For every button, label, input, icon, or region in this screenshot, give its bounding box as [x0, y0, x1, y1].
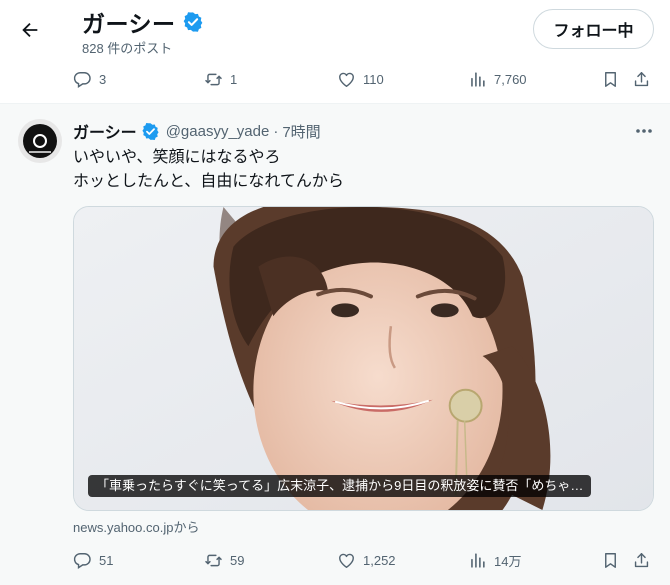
post-author-handle[interactable]: @gaasyy_yade — [166, 123, 270, 140]
avatar[interactable] — [18, 119, 62, 163]
post-text-line: いやいや、笑顔にはなるやろ — [73, 149, 281, 166]
views-chart-icon — [471, 71, 485, 87]
link-card[interactable]: 「車乗ったらすぐに笑ってる」広末涼子、逮捕から9日目の釈放姿に賛否「めちゃ… — [73, 206, 654, 511]
share-icon — [634, 552, 649, 567]
profile-header: ガーシー 828 件のポスト フォロー中 — [0, 0, 670, 62]
separator-dot: · — [273, 122, 279, 140]
repost-button[interactable]: 1 — [204, 64, 237, 94]
post-count: 828 件のポスト — [82, 41, 173, 56]
back-button[interactable] — [12, 12, 48, 48]
share-button[interactable] — [632, 545, 651, 575]
verified-badge-icon — [183, 12, 202, 32]
reply-button[interactable]: 51 — [73, 545, 113, 575]
like-button[interactable]: 110 — [337, 64, 384, 94]
more-dots-icon — [636, 129, 652, 133]
views-button[interactable]: 7,760 — [468, 64, 527, 94]
following-button[interactable]: フォロー中 — [533, 9, 654, 49]
heart-icon — [339, 553, 354, 568]
repost-icon — [205, 73, 222, 85]
repost-count: 59 — [230, 552, 245, 568]
like-count: 1,252 — [363, 552, 396, 568]
reply-count: 3 — [99, 71, 107, 87]
repost-count: 1 — [230, 71, 238, 87]
repost-button[interactable]: 59 — [204, 545, 244, 575]
repost-icon — [205, 554, 222, 566]
reply-icon — [73, 71, 91, 88]
post-timestamp[interactable]: 7時間 — [282, 121, 320, 142]
card-source[interactable]: news.yahoo.co.jpから — [73, 517, 199, 536]
profile-name: ガーシー — [82, 11, 176, 37]
prev-post-actions: 3 1 110 7,760 — [0, 64, 670, 94]
views-count: 14万 — [494, 553, 522, 569]
bookmark-icon — [605, 71, 616, 87]
post-actions: 51 59 1,252 14万 — [0, 545, 670, 575]
more-options-button[interactable] — [632, 122, 656, 140]
bookmark-button[interactable] — [601, 64, 620, 94]
profile-title: ガーシー — [82, 5, 204, 39]
views-chart-icon — [471, 552, 485, 568]
bookmark-button[interactable] — [601, 545, 620, 575]
heart-icon — [339, 72, 354, 87]
verified-badge-icon — [142, 122, 159, 140]
post-header: ガーシー @gaasyy_yade · 7時間 — [73, 119, 321, 143]
post-text: いやいや、笑顔にはなるやろ ホッとしたんと、自由になれてんから — [73, 146, 643, 194]
views-button[interactable]: 14万 — [468, 545, 521, 575]
bookmark-icon — [605, 552, 616, 568]
arrow-left-icon — [22, 22, 38, 38]
reply-icon — [73, 552, 91, 569]
post-text-line: ホッとしたんと、自由になれてんから — [73, 173, 344, 190]
avatar-logo — [23, 124, 57, 158]
like-count: 110 — [363, 71, 384, 87]
card-photo — [74, 207, 653, 510]
reply-count: 51 — [99, 552, 114, 568]
like-button[interactable]: 1,252 — [337, 545, 396, 575]
share-button[interactable] — [632, 64, 651, 94]
card-caption: 「車乗ったらすぐに笑ってる」広末涼子、逮捕から9日目の釈放姿に賛否「めちゃ… — [88, 475, 592, 497]
reply-button[interactable]: 3 — [73, 64, 106, 94]
post-author-name[interactable]: ガーシー — [73, 119, 137, 143]
views-count: 7,760 — [494, 71, 527, 87]
share-icon — [634, 71, 649, 86]
